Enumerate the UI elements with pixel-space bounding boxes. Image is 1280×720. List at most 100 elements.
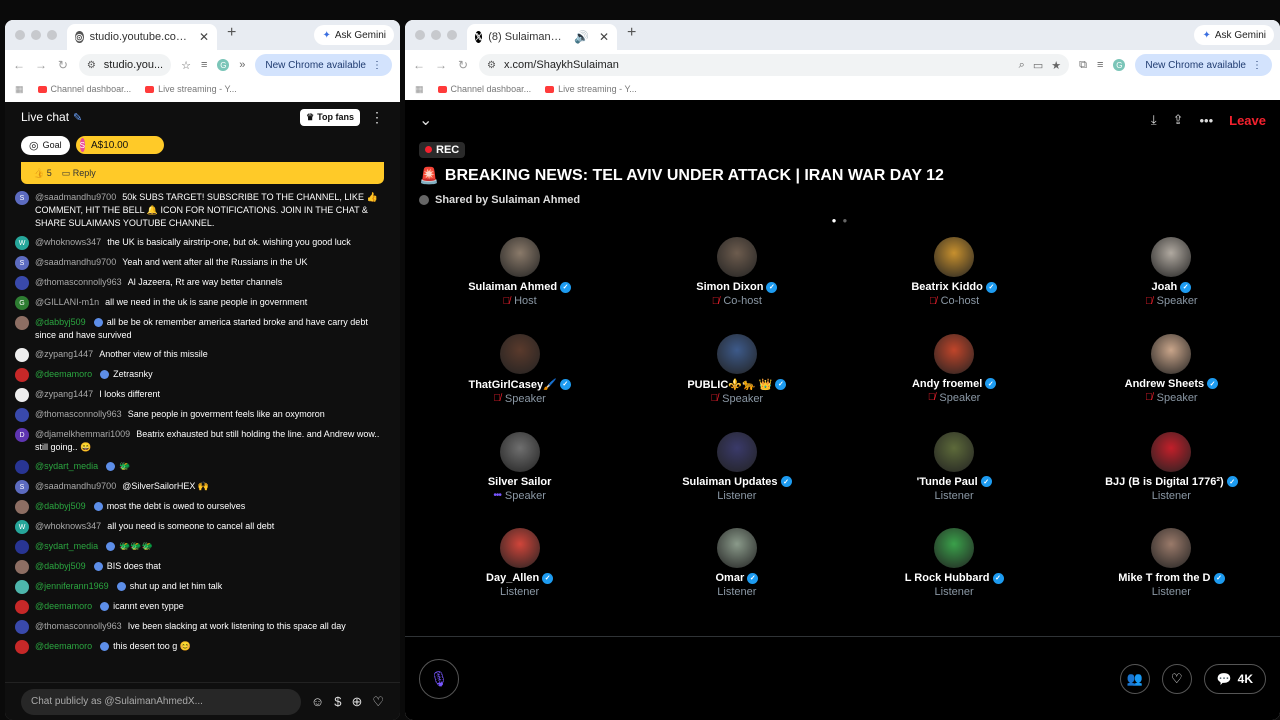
site-settings-icon[interactable]: ⚙ <box>87 60 96 71</box>
chat-author[interactable]: @whoknows347 <box>35 237 101 247</box>
chat-message[interactable]: @zypang1447 Another view of this missile <box>15 345 390 365</box>
microphone-button[interactable]: 🎙 <box>419 658 459 699</box>
chat-avatar[interactable] <box>15 348 29 362</box>
heart-icon[interactable]: ♡ <box>372 694 384 710</box>
goal-pill[interactable]: ◎ Goal <box>21 135 70 155</box>
site-settings-icon[interactable]: ⚙ <box>487 60 496 71</box>
chat-message[interactable]: S @saadmandhu9700 50k SUBS TARGET! SUBSCRI… <box>15 188 390 233</box>
react-button[interactable]: ♡ <box>1161 663 1192 694</box>
participant[interactable]: Silver Sailor ••• Speaker <box>411 431 628 519</box>
super-chat-pill[interactable]: S A$10.00 <box>75 136 164 154</box>
participant[interactable]: ThatGirlCasey🖌️ ✓ 🎙̸ Speaker <box>411 333 628 422</box>
participant[interactable]: Andrew Sheets ✓ 🎙̸ Speaker <box>1063 333 1280 422</box>
replies-button[interactable]: 💬 4K <box>1203 663 1266 694</box>
chat-author[interactable]: @saadmandhu9700 <box>35 192 116 202</box>
chat-message[interactable]: G @GILLANI-m1n all we need in the uk is sa… <box>15 293 390 313</box>
participant[interactable]: PUBLIC⚜️🐆 👑 ✓ 🎙̸ Speaker <box>628 333 845 422</box>
add-icon[interactable]: ⊕ <box>351 694 362 710</box>
chat-message[interactable]: @dabbyj509 most the debt is owed to ourse… <box>15 497 390 517</box>
edit-pencil-icon[interactable]: ✎ <box>73 111 82 124</box>
address-bar[interactable]: ⚙ studio.you... <box>78 54 172 76</box>
shared-by[interactable]: Shared by Sulaiman Ahmed <box>419 194 1280 206</box>
chat-avatar[interactable] <box>15 316 29 330</box>
extensions-icon[interactable]: ≡ <box>201 59 207 71</box>
participant[interactable]: Sulaiman Updates ✓ Listener <box>628 431 845 519</box>
chat-avatar[interactable] <box>15 620 29 634</box>
chat-author[interactable]: @GILLANI-m1n <box>35 297 99 307</box>
participant[interactable]: L Rock Hubbard ✓ Listener <box>846 528 1063 615</box>
chat-author[interactable]: @jenniferann1969 <box>35 581 109 591</box>
chat-author[interactable]: @saadmandhu9700 <box>35 257 116 267</box>
chat-message[interactable]: S @saadmandhu9700 @SilverSailorHEX 🙌 <box>15 477 390 497</box>
top-fans-button[interactable]: ♛ Top fans <box>300 108 360 126</box>
ask-gemini-button[interactable]: ✦ Ask Gemini <box>1194 25 1274 45</box>
chat-avatar[interactable]: S <box>15 480 29 494</box>
chat-avatar[interactable] <box>15 560 29 574</box>
chat-author[interactable]: @zypang1447 <box>35 349 93 359</box>
back-icon[interactable]: ← <box>413 58 425 72</box>
chat-author[interactable]: @thomasconnolly963 <box>35 621 122 631</box>
apps-grid-icon[interactable]: ▦ <box>415 84 424 95</box>
chat-avatar[interactable] <box>15 540 29 554</box>
chat-avatar[interactable] <box>15 600 29 614</box>
chat-avatar[interactable] <box>15 368 29 382</box>
ask-gemini-button[interactable]: ✦ Ask Gemini <box>314 25 394 45</box>
close-tab-icon[interactable]: ✕ <box>599 30 609 44</box>
participant[interactable]: 'Tunde Paul ✓ Listener <box>846 431 1063 519</box>
chat-message[interactable]: S @saadmandhu9700 Yeah and went after all … <box>15 253 390 273</box>
chat-message[interactable]: @deemamoro Zetrasnky <box>15 365 390 385</box>
cast-icon[interactable]: ▭ <box>1033 59 1043 72</box>
new-tab-button[interactable]: + <box>617 24 646 50</box>
bookmark-channel-dashboard[interactable]: Channel dashboar... <box>437 84 531 94</box>
bookmark-star-icon[interactable]: ☆ <box>181 59 191 72</box>
chat-avatar[interactable] <box>15 460 29 474</box>
participant[interactable]: Andy froemel ✓ 🎙̸ Speaker <box>846 333 1063 422</box>
chat-author[interactable]: @whoknows347 <box>35 521 101 531</box>
chat-author[interactable]: @dabbyj509 <box>35 317 86 327</box>
chat-author[interactable]: @saadmandhu9700 <box>35 481 116 491</box>
chat-message[interactable]: @zypang1447 I looks different <box>15 385 390 405</box>
chat-message[interactable]: @thomasconnolly963 Ive been slacking at w… <box>15 617 390 637</box>
bookmark-live-streaming[interactable]: Live streaming - Y... <box>145 84 237 94</box>
chat-author[interactable]: @thomasconnolly963 <box>35 409 122 419</box>
chat-avatar[interactable]: G <box>15 296 29 310</box>
profile-icon[interactable]: G <box>217 59 230 71</box>
chat-avatar[interactable] <box>15 276 29 290</box>
reload-icon[interactable]: ↻ <box>457 58 469 72</box>
chat-message[interactable]: @dabbyj509 BIS does that <box>15 557 390 577</box>
zoom-icon[interactable]: ⌕ <box>1019 59 1025 72</box>
address-bar[interactable]: ⚙ x.com/ShaykhSulaiman ⌕ ▭ ★ <box>479 54 1070 76</box>
more-tools-icon[interactable]: » <box>239 59 245 71</box>
apps-grid-icon[interactable]: ▦ <box>15 84 24 95</box>
chat-avatar[interactable] <box>15 388 29 402</box>
share-icon[interactable]: ⇪ <box>1173 112 1184 128</box>
chat-avatar[interactable]: W <box>15 520 29 534</box>
update-chrome-button[interactable]: New Chrome available ⋮ <box>255 54 392 76</box>
chat-author[interactable]: @dabbyj509 <box>35 501 86 511</box>
chat-message[interactable]: @deemamoro this desert too g 😊 <box>15 637 390 657</box>
chat-author[interactable]: @djamelkhemmari1009 <box>35 429 130 439</box>
participant[interactable]: Simon Dixon ✓ 🎙̸ Co-host <box>628 237 845 324</box>
chat-menu-icon[interactable]: ⋮ <box>370 109 384 126</box>
window-controls[interactable] <box>405 30 467 50</box>
participant[interactable]: Day_Allen ✓ Listener <box>411 528 628 615</box>
participant[interactable]: Joah ✓ 🎙̸ Speaker <box>1063 237 1280 324</box>
minimize-dock-icon[interactable]: ⤓ <box>1151 112 1157 128</box>
bookmark-star-icon[interactable]: ★ <box>1051 59 1061 72</box>
participant[interactable]: Beatrix Kiddo ✓ 🎙̸ Co-host <box>846 237 1063 324</box>
chat-message[interactable]: @thomasconnolly963 Sane people in goverme… <box>15 405 390 425</box>
chat-author[interactable]: @dabbyj509 <box>35 561 86 571</box>
chat-message[interactable]: W @whoknows347 the UK is basically airstri… <box>15 233 390 253</box>
chat-author[interactable]: @sydart_media <box>35 461 98 471</box>
chat-author[interactable]: @deemamoro <box>35 641 92 651</box>
super-chat-icon[interactable]: $ <box>334 694 341 709</box>
chat-avatar[interactable]: D <box>15 428 29 442</box>
profile-icon[interactable]: G <box>1113 59 1126 71</box>
reload-icon[interactable]: ↻ <box>57 58 69 72</box>
chat-message[interactable]: @sydart_media 🐲🐲🐲 <box>15 537 390 557</box>
like-button[interactable]: 👍 5 <box>33 168 52 179</box>
tab-youtube-studio[interactable]: ◎ studio.youtube.com/live_cha ✕ <box>67 24 217 50</box>
chat-author[interactable]: @sydart_media <box>35 541 98 551</box>
chat-avatar[interactable]: W <box>15 236 29 250</box>
forward-icon[interactable]: → <box>435 58 447 72</box>
